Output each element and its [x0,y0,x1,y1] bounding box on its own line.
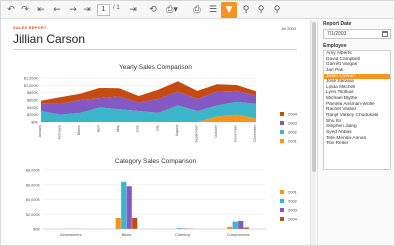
x-tick-label: December [253,124,257,141]
page-total: / 1 [113,5,120,11]
next-page-icon[interactable]: → [67,4,79,16]
zoom-out-icon[interactable]: ⚲ [255,4,267,16]
legend-label-2001: 2001 [288,190,298,195]
x-tick-label: May [116,125,120,132]
report-page: SALES REPORT Jillian Carson Jul 2003 Yea… [1,20,310,245]
report-date-value: 7/1/2003 [327,31,347,37]
legend-label-2002: 2002 [288,199,298,204]
legend-swatch-2003 [280,208,284,212]
x-tick-label: April [97,125,101,132]
y-tick-label: $8,000K [26,169,41,173]
bar-2003-bikes [126,186,132,229]
prev-page-icon[interactable]: ← [51,4,63,16]
report-date-text: Jul 2003 [280,26,296,31]
legend-swatch-2002 [280,130,284,134]
legend-label-2004: 2004 [288,112,298,117]
legend-swatch-2003 [280,121,284,125]
redo-icon[interactable]: ↷ [19,4,31,16]
parameters-panel: Report Date 7/1/2003 Employee Amy Albert… [317,20,394,245]
bar-2003-components [238,220,244,229]
page-number-input[interactable]: 1 [97,4,110,16]
employee-listbox[interactable]: Amy Alberts David Campbell Garrett Vargas J… [323,50,391,170]
filter-icon[interactable]: ▼ [221,2,237,18]
header-divider [13,49,297,50]
x-tick-label: January [38,125,42,138]
y-tick-label: $2,000K [26,213,41,217]
y-tick-label: $1,200K [24,77,39,81]
category-sales-chart: $8,000K $6,000K $4,000K $2,000K $0K Accessori… [26,169,298,238]
zoom-in-icon[interactable]: ⚲ [240,4,252,16]
report-date-input[interactable]: 7/1/2003 [323,29,391,39]
employee-name-title: Jillian Carson [13,32,86,46]
bar-2001-bikes [115,217,121,229]
legend-label-2003: 2003 [288,208,298,213]
y-tick-label: $400K [27,106,38,110]
legend-swatch-2002 [280,199,284,203]
legend-swatch-2001 [280,139,284,143]
employee-label: Employee [323,43,347,49]
settings-icon[interactable]: ☰ [207,4,219,16]
bar-2002-bikes [121,181,127,229]
y-tick-label: $600K [27,99,38,103]
yearly-sales-chart: $1,200K $1,000K $800K $600K $400K $200K $0KJan… [24,77,298,144]
yearly-chart-title: Yearly Sales Comparison [119,64,192,71]
y-tick-label: $800K [27,91,38,95]
legend-label-2001: 2001 [288,139,298,144]
zoom-fit-icon[interactable]: ⚲ [271,4,283,16]
bar-2002-components [232,221,238,229]
y-tick-label: $6,000K [26,183,41,187]
last-page-icon-2[interactable]: ⇥ [127,4,139,16]
report-scrollbar[interactable] [310,20,316,245]
y-tick-label: $0K [31,121,38,125]
first-page-icon[interactable]: ⇤ [35,4,47,16]
x-tick-label: August [175,125,179,136]
y-tick-label: $0K [33,228,40,232]
legend-swatch-2001 [280,190,284,194]
toolbar: ↶ ↷ ⇤ ← → ⇥ 1 / 1 ⇥ ⟲ ⎙▾ ⎙ ☰ ▼ ⚲ ⚲ ⚲ [1,1,394,19]
category-chart-title: Category Sales Comparison [114,158,197,165]
x-tick-label: June [136,125,140,133]
report-header-label: SALES REPORT [13,25,47,30]
last-page-icon[interactable]: ⇥ [81,4,93,16]
x-tick-label: Clothing [175,232,190,237]
x-tick-label: March [77,125,81,135]
y-tick-label: $200K [27,113,38,117]
legend-label-2004: 2004 [288,217,298,222]
bar-2004-bikes [132,217,138,229]
x-tick-label: October [214,124,218,138]
refresh-icon[interactable]: ⟲ [147,4,159,16]
legend-swatch-2004 [280,217,284,221]
legend-label-2003: 2003 [288,121,298,126]
x-tick-label: Bikes [122,232,132,237]
employee-option[interactable]: Tsvi Reiter [324,141,390,147]
print-icon[interactable]: ⎙ [191,4,203,16]
legend-swatch-2004 [280,112,284,116]
bar-2001-components [227,226,233,229]
y-tick-label: $4,000K [26,198,41,202]
x-tick-label: November [233,124,237,141]
x-tick-label: July [155,125,159,132]
x-tick-label: September [194,124,198,142]
scrollbar-thumb[interactable] [312,22,316,172]
calendar-icon[interactable] [382,31,388,37]
undo-icon[interactable]: ↶ [5,4,17,16]
x-tick-label: Accessories [60,232,82,237]
x-tick-label: Components [227,232,250,237]
y-tick-label: $1,000K [24,84,39,88]
report-date-label: Report Date [323,21,352,27]
x-tick-label: February [58,125,62,140]
legend-label-2002: 2002 [288,130,298,135]
export-icon[interactable]: ⎙▾ [164,4,180,16]
